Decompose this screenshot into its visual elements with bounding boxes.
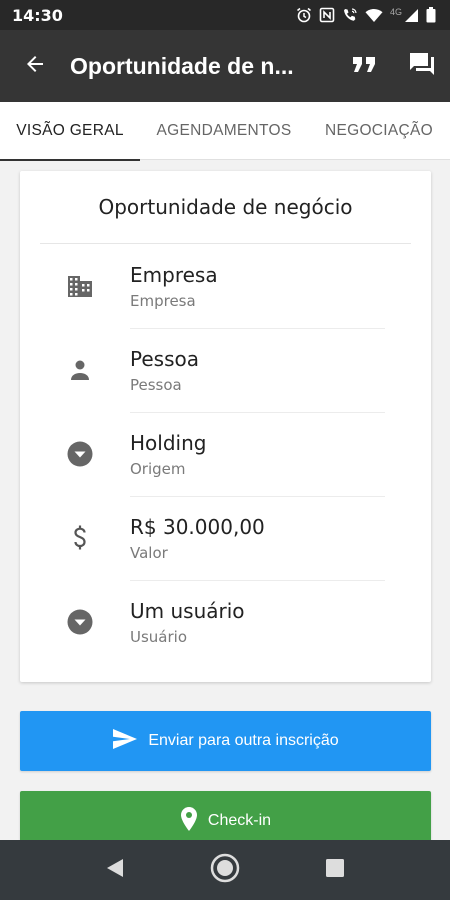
dollar-icon	[20, 496, 130, 580]
chat-icon	[408, 51, 436, 82]
building-icon	[20, 244, 130, 328]
field-label: Origem	[130, 459, 186, 478]
field-value: Um usuário	[130, 598, 245, 623]
field-value: Pessoa	[130, 346, 199, 371]
field-value: R$ 30.000,00	[130, 514, 265, 539]
send-to-other-subscription-button[interactable]: Enviar para outra inscrição	[20, 711, 431, 771]
home-nav-icon	[210, 853, 240, 888]
field-label: Valor	[130, 543, 168, 562]
signal-icon	[404, 8, 419, 23]
back-nav-icon	[106, 858, 124, 883]
send-button-label: Enviar para outra inscrição	[148, 732, 339, 749]
nav-home-button[interactable]	[170, 840, 280, 900]
location-pin-icon	[180, 806, 208, 837]
chat-button[interactable]	[394, 30, 450, 102]
app-bar: Oportunidade de n...	[0, 30, 450, 102]
field-value: Holding	[130, 430, 207, 455]
recents-nav-icon	[325, 858, 345, 883]
system-nav-bar	[0, 840, 450, 900]
dropdown-circle-icon	[20, 580, 130, 664]
checkin-button-label: Check-in	[207, 812, 272, 829]
opportunity-card: Oportunidade de negócio Empresa Empresa	[20, 171, 431, 682]
status-icons: 4G	[296, 7, 436, 23]
nfc-icon	[319, 7, 335, 23]
alarm-icon	[296, 7, 312, 23]
nav-recents-button[interactable]	[280, 840, 390, 900]
field-value: Empresa	[130, 262, 218, 287]
field-label: Usuário	[130, 627, 188, 646]
card-title: Oportunidade de negócio	[98, 195, 353, 219]
person-icon	[20, 328, 130, 412]
tab-agendamentos[interactable]: AGENDAMENTOS	[140, 102, 308, 160]
call-wifi-icon	[342, 7, 358, 23]
nav-back-button[interactable]	[60, 840, 170, 900]
field-label: Pessoa	[130, 375, 182, 394]
field-usuario[interactable]: Um usuário Usuário	[20, 580, 431, 664]
tab-negociacao[interactable]: NEGOCIAÇÃO	[308, 102, 450, 160]
send-icon	[112, 728, 148, 755]
status-time: 14:30	[12, 5, 63, 25]
field-origem[interactable]: Holding Origem	[20, 412, 431, 496]
field-empresa[interactable]: Empresa Empresa	[20, 244, 431, 328]
negotiation-button[interactable]	[338, 30, 394, 102]
field-label: Empresa	[130, 291, 196, 310]
arrow-back-icon	[23, 52, 47, 81]
field-valor[interactable]: R$ 30.000,00 Valor	[20, 496, 431, 580]
dropdown-circle-icon	[20, 412, 130, 496]
battery-icon	[426, 7, 436, 23]
wifi-icon	[365, 8, 383, 23]
tab-visao-geral[interactable]: VISÃO GERAL	[0, 102, 140, 161]
app-actions	[338, 30, 450, 102]
quote-icon	[350, 52, 382, 81]
back-button[interactable]	[0, 30, 70, 102]
network-type: 4G	[389, 7, 402, 17]
field-pessoa[interactable]: Pessoa Pessoa	[20, 328, 431, 412]
page-title: Oportunidade de n...	[70, 52, 294, 79]
tab-bar: VISÃO GERAL AGENDAMENTOS NEGOCIAÇÃO	[0, 102, 450, 161]
status-bar: 14:30 4G	[0, 0, 450, 30]
